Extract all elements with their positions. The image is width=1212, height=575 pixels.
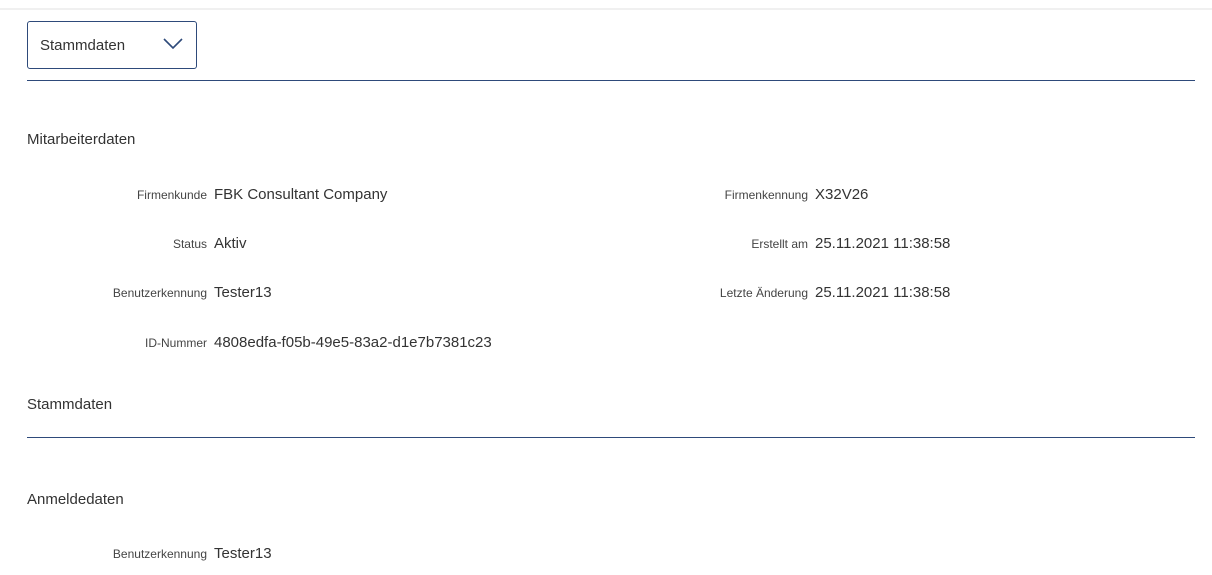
value-benutzerkennung: Tester13 <box>214 284 272 301</box>
value-anmelde-benutzerkennung: Tester13 <box>214 545 272 562</box>
label-erstellt-am: Erstellt am <box>751 237 808 251</box>
label-status: Status <box>172 237 207 251</box>
value-id-nummer: 4808edfa-f05b-49e5-83a2-d1e7b7381c23 <box>214 334 492 351</box>
label-firmenkunde: Firmenkunde <box>136 188 207 202</box>
label-letzte-aenderung: Letzte Änderung <box>719 286 808 300</box>
chevron-down-icon <box>163 38 183 50</box>
section-dropdown-label: Stammdaten <box>40 36 126 54</box>
section-title-mitarbeiterdaten: Mitarbeiterdaten <box>27 131 136 148</box>
label-benutzerkennung: Benutzerkennung <box>112 286 207 300</box>
value-firmenkunde: FBK Consultant Company <box>214 186 388 203</box>
value-firmenkennung: X32V26 <box>815 186 869 203</box>
value-letzte-aenderung: 25.11.2021 11:38:58 <box>815 284 951 301</box>
section-title-stammdaten: Stammdaten <box>27 396 113 413</box>
header-divider <box>27 80 1195 81</box>
label-firmenkennung: Firmenkennung <box>724 188 808 202</box>
label-id-nummer: ID-Nummer <box>145 336 207 350</box>
section-title-anmeldedaten: Anmeldedaten <box>27 491 124 508</box>
top-border <box>0 8 1212 10</box>
value-erstellt-am: 25.11.2021 11:38:58 <box>815 235 951 252</box>
section-dropdown[interactable]: Stammdaten <box>27 21 197 69</box>
value-status: Aktiv <box>214 235 247 252</box>
label-anmelde-benutzerkennung: Benutzerkennung <box>112 547 207 561</box>
stammdaten-divider <box>27 437 1195 438</box>
